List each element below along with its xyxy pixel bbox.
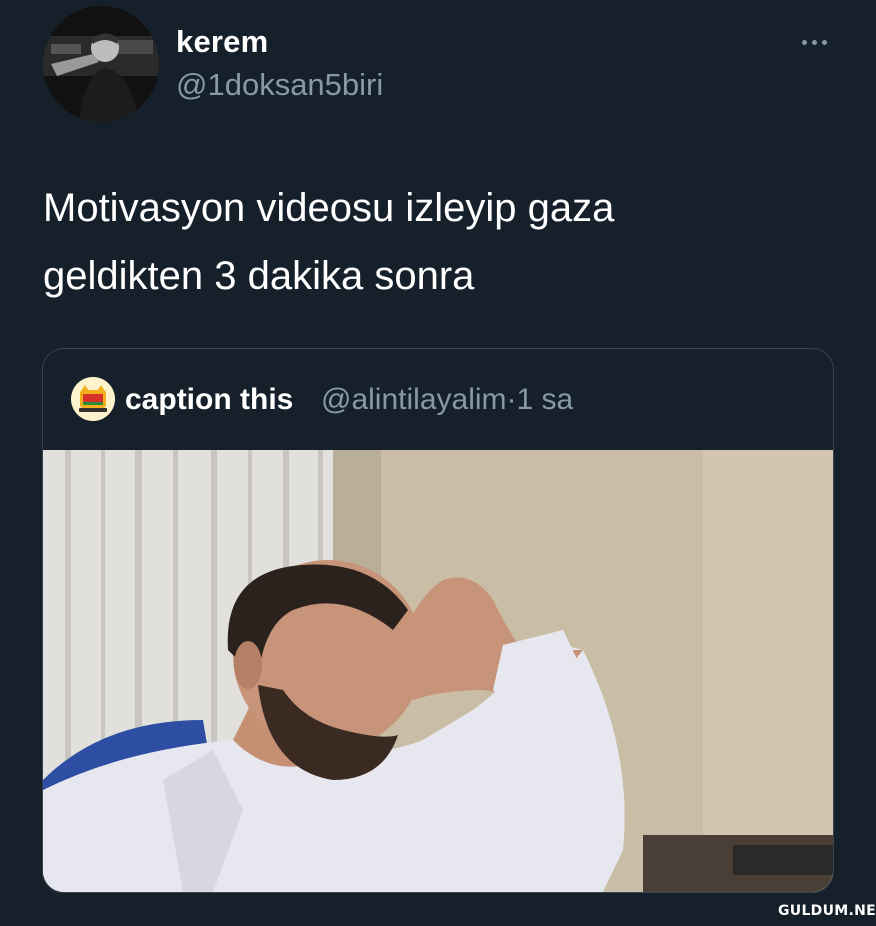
quoted-tweet-card[interactable]: caption this @alintilayalim·1 sa [42,348,834,893]
tweet-text: Motivasyon videosu izleyip gaza geldikte… [43,186,615,298]
tweet-page: kerem @1doksan5biri Motivasyon videosu i… [0,0,876,926]
site-watermark: GULDUM.NET [778,903,876,919]
meta-separator: · [506,383,517,416]
author-handle[interactable]: @1doksan5biri [176,67,383,103]
author-name[interactable]: kerem [176,24,268,60]
quoted-author-avatar[interactable] [71,377,115,421]
quoted-media-image[interactable] [43,450,833,892]
cat-logo-icon [71,377,115,421]
more-dot [801,39,807,45]
more-dot [821,39,827,45]
video-still [43,450,833,892]
quoted-author-meta[interactable]: @alintilayalim·1 sa [321,383,573,417]
more-dot [811,39,817,45]
quoted-author-name[interactable]: caption this [125,383,293,417]
quoted-author-handle: @alintilayalim [321,383,507,416]
quoted-tweet-time: 1 sa [516,383,574,416]
avatar-photo [43,6,159,122]
author-avatar[interactable] [43,6,159,122]
more-options-icon[interactable] [794,30,834,54]
